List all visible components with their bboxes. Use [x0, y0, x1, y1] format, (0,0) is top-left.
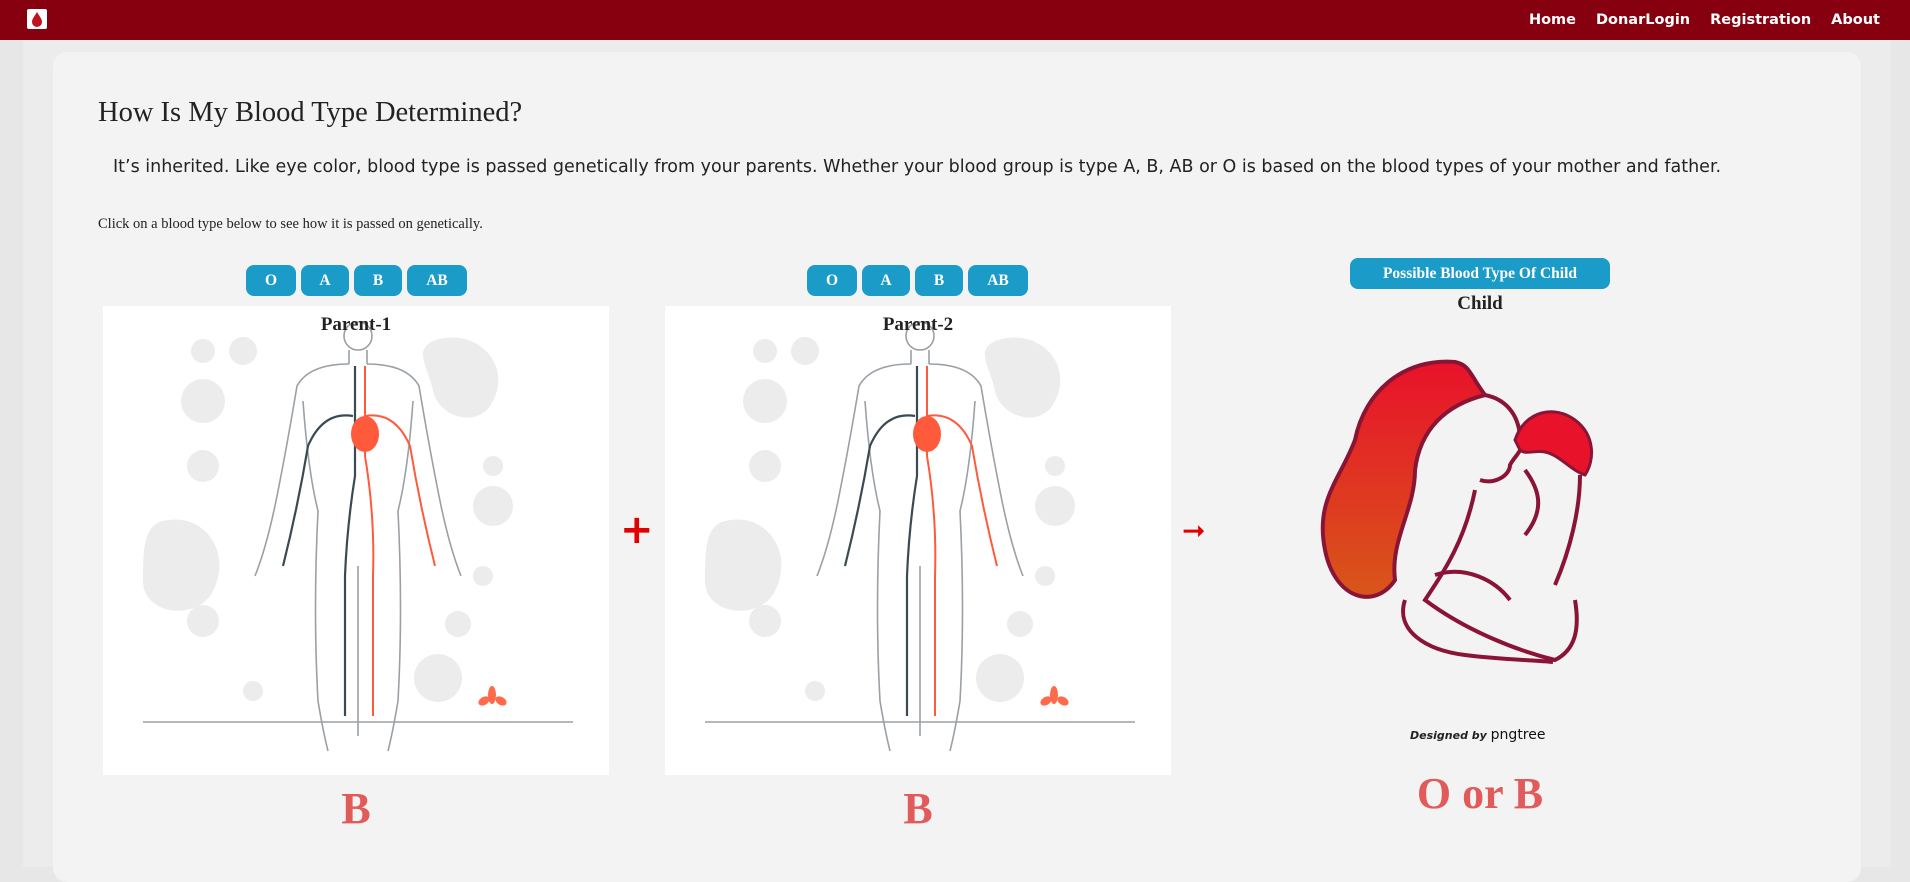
parent2-blood-type-buttons: O A B AB [807, 265, 1028, 296]
credit-brand: pngtree [1490, 727, 1546, 743]
parent1-type-ab-button[interactable]: AB [407, 265, 467, 296]
nav-home-link[interactable]: Home [1529, 12, 1576, 28]
parent2-label: Parent-2 [882, 314, 954, 335]
mother-and-child-illustration [1320, 359, 1594, 664]
nav-registration-link[interactable]: Registration [1710, 12, 1811, 28]
parent1-panel: Parent-1 [103, 306, 609, 775]
credit-prefix: Designed by [1410, 729, 1487, 742]
parent1-blood-type-buttons: O A B AB [246, 265, 467, 296]
parent1-selected-type: B [341, 784, 371, 833]
parent1-label: Parent-1 [320, 314, 392, 335]
parent2-type-o-button[interactable]: O [807, 265, 857, 296]
parent1-type-b-button[interactable]: B [354, 265, 402, 296]
blood-drop-logo-icon[interactable] [27, 9, 47, 29]
child-possible-types: O or B [1416, 769, 1544, 818]
parent2-type-b-button[interactable]: B [915, 265, 963, 296]
nav-donarlogin-link[interactable]: DonarLogin [1596, 12, 1690, 28]
arrow-right-icon: ➞ [1182, 514, 1206, 547]
parent2-selected-type: B [903, 784, 933, 833]
human-body-illustration [143, 321, 573, 752]
nav-about-link[interactable]: About [1831, 12, 1880, 28]
intro-paragraph: It’s inherited. Like eye color, blood ty… [113, 157, 1722, 177]
instruction-text: Click on a blood type below to see how i… [98, 216, 483, 232]
pngtree-credit: Designed by pngtree [1410, 727, 1545, 743]
page-title: How Is My Blood Type Determined? [98, 97, 523, 128]
parent2-panel: Parent-2 [665, 306, 1171, 775]
plus-operator: + [620, 507, 654, 553]
navbar: Home DonarLogin Registration About [0, 0, 1910, 40]
parent2-type-ab-button[interactable]: AB [968, 265, 1028, 296]
parent1-type-o-button[interactable]: O [246, 265, 296, 296]
nav-links: Home DonarLogin Registration About [1529, 0, 1880, 40]
child-label: Child [1457, 293, 1503, 314]
parent2-type-a-button[interactable]: A [862, 265, 910, 296]
parent1-type-a-button[interactable]: A [301, 265, 349, 296]
possible-child-blood-type-button[interactable]: Possible Blood Type Of Child [1350, 258, 1610, 289]
human-body-illustration [705, 321, 1135, 752]
